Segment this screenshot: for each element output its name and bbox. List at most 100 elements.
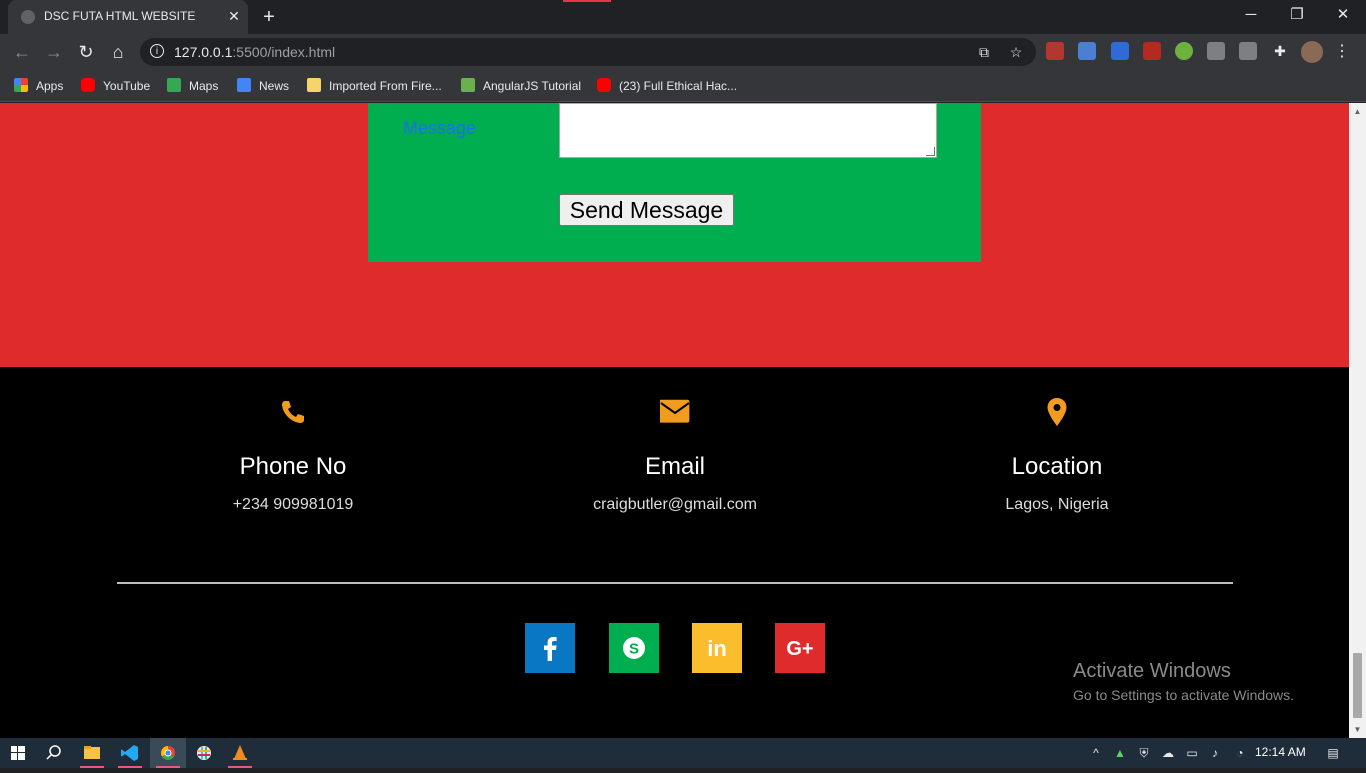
url-path: :5500/index.html: [232, 44, 336, 60]
bookmark-apps[interactable]: Apps: [14, 77, 63, 95]
more-menu-icon[interactable]: ⋮: [1334, 40, 1350, 64]
bookmark-maps[interactable]: Maps: [167, 77, 218, 95]
maps-icon: [167, 78, 181, 92]
home-icon[interactable]: ⌂: [106, 40, 130, 64]
bookmark-imported-folder[interactable]: Imported From Fire...: [307, 77, 442, 95]
google-plus-button[interactable]: G+: [775, 623, 825, 673]
chrome-ext-icon[interactable]: [1175, 42, 1193, 60]
send-message-button[interactable]: Send Message: [559, 194, 734, 226]
url-host: 127.0.0.1: [174, 44, 233, 60]
docs-ext-icon[interactable]: [1111, 42, 1129, 60]
onedrive-icon[interactable]: ☁: [1160, 745, 1176, 761]
media-indicator: [563, 0, 611, 2]
url-text[interactable]: 127.0.0.1:5500/index.html: [174, 44, 335, 60]
info-icon[interactable]: i: [150, 44, 164, 58]
shield-icon[interactable]: ⛨: [1136, 745, 1152, 761]
wifi-icon[interactable]: ◔: [1232, 745, 1248, 761]
contact-value: craigbutler@gmail.com: [593, 496, 757, 513]
youtube-icon: [81, 78, 95, 92]
search-button[interactable]: [36, 738, 72, 768]
translate-icon[interactable]: ⧉: [974, 42, 994, 62]
taskbar-clock[interactable]: 12:14 AM: [1255, 745, 1306, 759]
chrome-button[interactable]: [150, 738, 186, 768]
message-label: Message: [403, 118, 477, 138]
slack-button[interactable]: [186, 738, 222, 768]
browser-toolbar: ← → ↻ ⌂ i 127.0.0.1:5500/index.html ⧉ ☆ …: [0, 34, 1366, 70]
skype-button[interactable]: S: [609, 623, 659, 673]
battery-icon[interactable]: ▭: [1184, 745, 1200, 761]
folder-icon: [307, 78, 321, 92]
contact-title: Location: [1011, 453, 1103, 480]
globe-icon: [21, 10, 35, 24]
bookmark-label: Maps: [189, 79, 219, 93]
svg-text:in: in: [707, 636, 727, 661]
windows-taskbar: ^ ▲ ⛨ ☁ ▭ ♪ ◔ 12:14 AM ▤: [0, 738, 1366, 768]
restore-button[interactable]: ❐: [1274, 0, 1320, 30]
bookmarks-bar: Apps YouTube Maps News Imported From Fir…: [0, 70, 1366, 102]
youtube-icon: [597, 78, 611, 92]
file-explorer-button[interactable]: [74, 738, 110, 768]
search-icon: [46, 745, 61, 760]
new-tab-button[interactable]: +: [258, 6, 280, 28]
message-textarea[interactable]: [559, 103, 937, 158]
angularjs-icon: [461, 78, 475, 92]
bookmark-news[interactable]: News: [237, 77, 289, 95]
slack-icon: [197, 746, 211, 760]
back-icon[interactable]: ←: [10, 40, 34, 64]
facebook-button[interactable]: [525, 623, 575, 673]
pdf-ext-icon[interactable]: [1143, 42, 1161, 60]
close-window-button[interactable]: ✕: [1320, 0, 1366, 30]
activate-windows-watermark: Activate Windows Go to Settings to activ…: [1073, 660, 1294, 703]
bookmark-label: YouTube: [103, 79, 151, 93]
watermark-title: Activate Windows: [1073, 660, 1231, 682]
news-icon: [237, 78, 251, 92]
star-icon[interactable]: ☆: [1006, 42, 1026, 62]
footer-divider: [117, 582, 1233, 584]
watermark-subtitle: Go to Settings to activate Windows.: [1073, 687, 1294, 703]
tray-app-icon[interactable]: ▲: [1112, 745, 1128, 761]
bookmark-ethical-hacking[interactable]: (23) Full Ethical Hac...: [597, 77, 737, 95]
contact-value: Lagos, Nigeria: [1005, 496, 1109, 513]
bookmark-ext-icon[interactable]: [1046, 42, 1064, 60]
volume-icon[interactable]: ♪: [1207, 745, 1223, 761]
page-scrollbar[interactable]: ▲ ▼: [1349, 103, 1366, 738]
contact-form: Message Send Message: [368, 103, 981, 262]
bookmark-youtube[interactable]: YouTube: [81, 77, 150, 95]
page-viewport: Message Send Message Phone No +234 90998…: [0, 103, 1349, 738]
minimize-button[interactable]: ─: [1228, 0, 1274, 30]
start-button[interactable]: [0, 738, 36, 768]
tab-strip: DSC FUTA HTML WEBSITE ✕ + ─ ❐ ✕: [0, 0, 1366, 34]
apps-grid-icon: [14, 78, 28, 92]
google-translate-ext-icon[interactable]: [1078, 42, 1096, 60]
skype-icon: S: [623, 637, 645, 659]
bookmark-angularjs[interactable]: AngularJS Tutorial: [461, 77, 581, 95]
profile-avatar[interactable]: [1301, 41, 1323, 63]
contact-title: Email: [644, 453, 705, 480]
vlc-icon: [233, 745, 247, 760]
extensions-puzzle-icon[interactable]: ✚: [1271, 42, 1289, 60]
map-marker-icon: [1047, 398, 1067, 426]
tab-close-icon[interactable]: ✕: [226, 8, 242, 24]
forward-icon[interactable]: →: [42, 40, 66, 64]
linkedin-button[interactable]: in: [692, 623, 742, 673]
reload-icon[interactable]: ↻: [74, 40, 98, 64]
scroll-up-icon[interactable]: ▲: [1349, 103, 1366, 120]
scrollbar-thumb[interactable]: [1353, 653, 1362, 718]
resize-grip-icon[interactable]: [926, 147, 935, 156]
tabs-ext-icon[interactable]: [1239, 42, 1257, 60]
facebook-icon: [544, 637, 557, 661]
notifications-icon[interactable]: ▤: [1325, 745, 1341, 761]
contact-value: +234 909981019: [232, 496, 354, 513]
address-bar[interactable]: i 127.0.0.1:5500/index.html ⧉ ☆: [140, 38, 1036, 66]
vlc-button[interactable]: [222, 738, 258, 768]
bookmark-label: AngularJS Tutorial: [483, 79, 582, 93]
vscode-button[interactable]: [112, 738, 148, 768]
drive-ext-icon[interactable]: [1207, 42, 1225, 60]
browser-tab[interactable]: DSC FUTA HTML WEBSITE ✕: [8, 0, 248, 34]
svg-text:G+: G+: [786, 638, 813, 660]
scroll-down-icon[interactable]: ▼: [1349, 721, 1366, 738]
tab-title: DSC FUTA HTML WEBSITE: [44, 9, 196, 23]
chrome-icon: [161, 746, 175, 760]
phone-icon: [282, 401, 304, 423]
tray-overflow-icon[interactable]: ^: [1088, 745, 1104, 761]
